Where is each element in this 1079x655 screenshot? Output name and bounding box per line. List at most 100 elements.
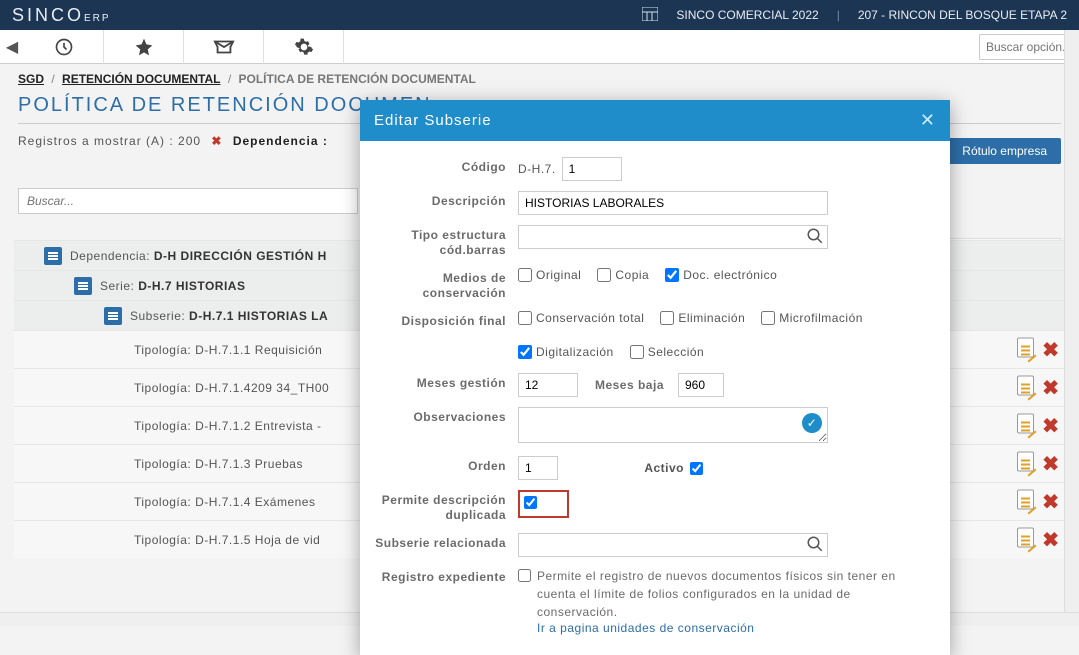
- label-registro-exp: Registro expediente: [370, 567, 518, 585]
- meses-baja-input[interactable]: [678, 373, 724, 397]
- tree-search-input[interactable]: [18, 188, 358, 214]
- brand-logo: SINCOERP: [12, 5, 111, 26]
- node-label: Tipología: D-H.7.1.4 Exámenes: [134, 495, 315, 509]
- edit-icon[interactable]: [1017, 451, 1034, 476]
- chk-eliminacion[interactable]: [660, 311, 674, 325]
- node-label: Subserie: D-H.7.1 HISTORIAS LA: [130, 309, 328, 323]
- chk-original[interactable]: [518, 268, 532, 282]
- node-label: Tipología: D-H.7.1.2 Entrevista -: [134, 419, 321, 433]
- recent-button[interactable]: [24, 30, 104, 64]
- breadcrumb-retencion[interactable]: RETENCIÓN DOCUMENTAL: [62, 72, 220, 86]
- label-descripcion: Descripción: [370, 191, 518, 209]
- brand-main: SINCO: [12, 5, 84, 25]
- edit-icon[interactable]: [1017, 489, 1034, 514]
- label-meses-gestion: Meses gestión: [370, 373, 518, 391]
- chk-conservacion-total[interactable]: [518, 311, 532, 325]
- delete-icon[interactable]: ✖: [1042, 375, 1059, 400]
- breadcrumb-current: POLÍTICA DE RETENCIÓN DOCUMENTAL: [239, 72, 476, 86]
- inbox-button[interactable]: [184, 30, 264, 64]
- meses-gestion-input[interactable]: [518, 373, 578, 397]
- node-label: Tipología: D-H.7.1.4209 34_TH00: [134, 381, 329, 395]
- filter-count-label: Registros a mostrar (A) :: [18, 134, 174, 148]
- codigo-input[interactable]: [562, 157, 622, 181]
- folder-icon: [44, 247, 62, 265]
- node-label: Tipología: D-H.7.1.5 Hoja de vid: [134, 533, 320, 547]
- descripcion-input[interactable]: [518, 191, 828, 215]
- label-orden: Orden: [370, 456, 518, 474]
- delete-icon[interactable]: ✖: [1042, 451, 1059, 476]
- label-codigo: Código: [370, 157, 518, 175]
- topbar-separator: |: [837, 8, 840, 22]
- reports-icon[interactable]: [642, 7, 658, 24]
- edit-icon[interactable]: [1017, 413, 1034, 438]
- highlight-box: [518, 490, 569, 518]
- brand-sub: ERP: [84, 13, 111, 24]
- delete-icon[interactable]: ✖: [1042, 527, 1059, 552]
- folder-icon: [74, 277, 92, 295]
- label-meses-baja: Meses baja: [584, 378, 672, 392]
- text-cons-total: Conservación total: [536, 311, 644, 325]
- chk-copia[interactable]: [597, 268, 611, 282]
- edit-subserie-modal: Editar Subserie ✕ Código D-H.7. Descripc…: [360, 100, 950, 655]
- node-label: Tipología: D-H.7.1.3 Pruebas: [134, 457, 303, 471]
- label-activo: Activo: [564, 461, 684, 475]
- main-toolbar: ◀: [0, 30, 1079, 64]
- label-tipo-estructura: Tipo estructura cód.barras: [370, 225, 518, 258]
- label-medios: Medios de conservación: [370, 268, 518, 301]
- chk-digitalizacion[interactable]: [518, 345, 532, 359]
- tipo-estructura-input[interactable]: [518, 225, 828, 249]
- text-eliminacion: Eliminación: [678, 311, 745, 325]
- delete-icon[interactable]: ✖: [1042, 337, 1059, 362]
- registro-exp-text: Permite el registro de nuevos documentos…: [537, 567, 917, 621]
- chk-registro-expediente[interactable]: [518, 569, 531, 582]
- text-seleccion: Selección: [648, 345, 705, 359]
- app-topbar: SINCOERP SINCO COMERCIAL 2022 | 207 - RI…: [0, 0, 1079, 30]
- text-microfilm: Microfilmación: [779, 311, 863, 325]
- node-label: Dependencia: D-H DIRECCIÓN GESTIÓN H: [70, 249, 327, 263]
- check-circle-icon[interactable]: ✓: [802, 413, 822, 433]
- observaciones-textarea[interactable]: [518, 407, 828, 443]
- delete-icon[interactable]: ✖: [1042, 489, 1059, 514]
- subserie-relacionada-input[interactable]: [518, 533, 828, 557]
- modal-title: Editar Subserie: [374, 112, 492, 129]
- delete-icon[interactable]: ✖: [1042, 413, 1059, 438]
- edit-icon[interactable]: [1017, 337, 1034, 362]
- vertical-scrollbar[interactable]: [1064, 30, 1079, 626]
- codigo-prefix: D-H.7.: [518, 162, 556, 176]
- breadcrumb-sgd[interactable]: SGD: [18, 72, 44, 86]
- link-unidades-conservacion[interactable]: Ir a pagina unidades de conservación: [537, 621, 917, 635]
- clear-filter-icon[interactable]: ✖: [211, 134, 222, 148]
- text-copia: Copia: [615, 268, 649, 282]
- chk-seleccion[interactable]: [630, 345, 644, 359]
- company-label[interactable]: SINCO COMERCIAL 2022: [676, 8, 818, 22]
- project-label[interactable]: 207 - RINCON DEL BOSQUE ETAPA 2: [858, 8, 1067, 22]
- chk-permite-duplicada[interactable]: [524, 496, 537, 509]
- search-icon[interactable]: [806, 535, 824, 558]
- favorites-button[interactable]: [104, 30, 184, 64]
- rotulo-empresa-button[interactable]: Rótulo empresa: [948, 138, 1061, 164]
- label-permite-dup: Permite descripción duplicada: [370, 490, 518, 523]
- back-button[interactable]: ◀: [0, 37, 24, 57]
- search-icon[interactable]: [806, 227, 824, 250]
- folder-icon: [104, 307, 122, 325]
- text-digitalizacion: Digitalización: [536, 345, 614, 359]
- node-label: Tipología: D-H.7.1.1 Requisición: [134, 343, 322, 357]
- breadcrumb: SGD / RETENCIÓN DOCUMENTAL / POLÍTICA DE…: [0, 64, 1079, 90]
- chk-activo[interactable]: [690, 462, 703, 475]
- chk-doc-electronico[interactable]: [665, 268, 679, 282]
- edit-icon[interactable]: [1017, 527, 1034, 552]
- orden-input[interactable]: [518, 456, 558, 480]
- text-original: Original: [536, 268, 581, 282]
- label-subserie-rel: Subserie relacionada: [370, 533, 518, 551]
- text-doc-elec: Doc. electrónico: [683, 268, 777, 282]
- node-label: Serie: D-H.7 HISTORIAS: [100, 279, 245, 293]
- settings-button[interactable]: [264, 30, 344, 64]
- modal-header: Editar Subserie ✕: [360, 100, 950, 141]
- close-icon[interactable]: ✕: [920, 110, 936, 131]
- filter-dep-label: Dependencia :: [233, 134, 328, 148]
- edit-icon[interactable]: [1017, 375, 1034, 400]
- label-observaciones: Observaciones: [370, 407, 518, 425]
- label-disposicion: Disposición final: [370, 311, 518, 329]
- chk-microfilmacion[interactable]: [761, 311, 775, 325]
- filter-count-value: 200: [178, 134, 201, 148]
